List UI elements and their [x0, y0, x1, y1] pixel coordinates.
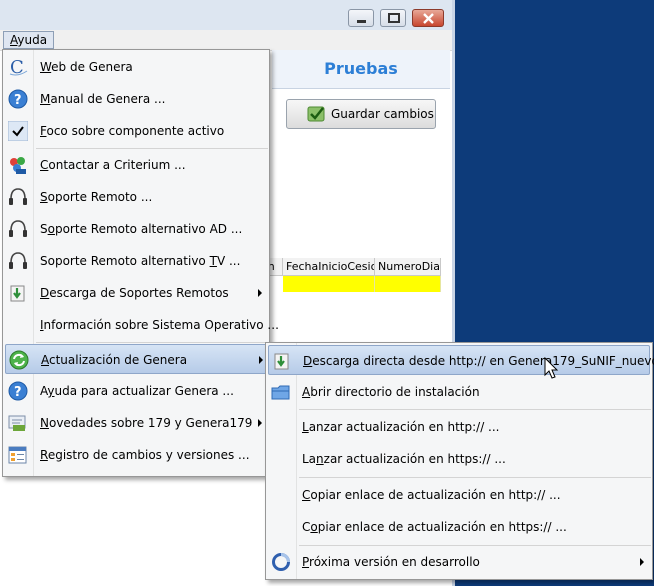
menu-item-label: Lanzar actualización en https:// ...	[302, 452, 506, 466]
submenu-item-copiar-http[interactable]: Copiar enlace de actualización en http:/…	[268, 480, 650, 510]
submenu-arrow-icon	[640, 558, 644, 566]
menu-item-registro-cambios[interactable]: Registro de cambios y versiones ...	[5, 440, 267, 470]
maximize-button[interactable]	[380, 9, 406, 27]
menu-item-label: Próxima versión en desarrollo	[302, 555, 480, 569]
menu-item-label: Información sobre Sistema Operativo ...	[40, 318, 279, 332]
criterium-c-icon: C	[9, 57, 28, 77]
svg-text:?: ?	[14, 93, 22, 108]
submenu-arrow-icon	[259, 356, 263, 364]
page-title: Pruebas	[272, 50, 450, 89]
menu-item-label: Descarga directa desde http:// en Genera…	[303, 354, 654, 368]
menu-item-label: Descarga de Soportes Remotos	[40, 286, 229, 300]
submenu-arrow-icon	[258, 289, 262, 297]
close-button[interactable]	[412, 9, 444, 27]
menu-item-contactar[interactable]: Contactar a Criterium ...	[5, 150, 267, 180]
menu-item-soporte-tv[interactable]: Soporte Remoto alternativo TV ...	[5, 246, 267, 276]
menu-item-label: Lanzar actualización en http:// ...	[302, 420, 500, 434]
menu-separator	[36, 342, 268, 343]
menu-item-manual[interactable]: ? Manual de Genera ...	[5, 84, 267, 114]
menu-item-label: Registro de cambios y versiones ...	[40, 448, 250, 462]
submenu-item-copiar-https[interactable]: Copiar enlace de actualización en https:…	[268, 512, 650, 542]
svg-text:?: ?	[14, 385, 22, 400]
refresh-icon	[9, 350, 29, 370]
menu-item-label: Foco sobre componente activo	[40, 124, 225, 138]
menu-item-label: Ayuda para actualizar Genera ...	[40, 384, 234, 398]
headset-icon	[9, 220, 27, 237]
grid-column-header[interactable]: NumeroDiasD	[375, 258, 441, 276]
menu-item-label: Abrir directorio de instalación	[302, 385, 480, 399]
submenu-item-lanzar-https[interactable]: Lanzar actualización en https:// ...	[268, 444, 650, 474]
headset-icon	[9, 252, 27, 269]
folder-icon	[271, 385, 290, 400]
changelog-icon	[8, 446, 27, 464]
menu-item-label: Manual de Genera ...	[40, 92, 166, 106]
download-icon	[274, 353, 289, 370]
menu-item-label: Contactar a Criterium ...	[40, 158, 186, 172]
save-changes-label: Guardar cambios	[331, 107, 434, 121]
ring-icon	[272, 553, 290, 571]
menu-separator	[299, 545, 651, 546]
help-icon: ?	[8, 89, 28, 109]
save-check-icon	[307, 106, 325, 122]
menu-ayuda-label: yuda	[17, 33, 48, 47]
minimize-icon	[357, 20, 366, 23]
menu-item-label: Soporte Remoto ...	[40, 190, 153, 204]
menu-item-label: Soporte Remoto alternativo AD ...	[40, 222, 243, 236]
contact-icon	[10, 157, 26, 174]
close-icon	[423, 13, 434, 24]
mouse-cursor-icon	[544, 357, 559, 379]
menu-item-foco[interactable]: Foco sobre componente activo	[5, 116, 267, 146]
news-icon	[8, 415, 26, 431]
submenu-item-abrir-directorio[interactable]: Abrir directorio de instalación	[268, 377, 650, 407]
menu-item-label: Web de Genera	[40, 60, 133, 74]
menu-item-soporte-ad[interactable]: Soporte Remoto alternativo AD ...	[5, 214, 267, 244]
headset-icon	[9, 188, 27, 205]
menu-item-descarga-soportes[interactable]: Descarga de Soportes Remotos	[5, 278, 267, 308]
minimize-button[interactable]	[348, 9, 374, 27]
grid-cell[interactable]	[375, 276, 441, 292]
maximize-icon	[388, 13, 400, 23]
check-icon	[8, 121, 28, 141]
menu-item-info-so[interactable]: Información sobre Sistema Operativo ...	[5, 310, 279, 340]
grid-cell[interactable]	[283, 276, 375, 292]
menu-item-label: Copiar enlace de actualización en https:…	[302, 520, 567, 534]
submenu-item-proxima-version[interactable]: Próxima versión en desarrollo	[268, 547, 650, 577]
menu-item-actualizacion[interactable]: Actualización de Genera	[5, 344, 267, 374]
save-changes-button[interactable]: Guardar cambios	[286, 99, 436, 129]
menu-item-label: Novedades sobre 179 y Genera179	[40, 416, 253, 430]
title-bar	[0, 0, 452, 30]
menu-item-label: Actualización de Genera	[41, 353, 188, 367]
menu-item-novedades[interactable]: Novedades sobre 179 y Genera179	[5, 408, 267, 438]
menu-item-soporte-remoto[interactable]: Soporte Remoto ...	[5, 182, 267, 212]
menu-ayuda[interactable]: Ayuda	[3, 31, 55, 49]
help-icon: ?	[8, 381, 28, 401]
submenu-item-descarga-directa[interactable]: Descarga directa desde http:// en Genera…	[268, 345, 654, 375]
submenu-arrow-icon	[258, 419, 262, 427]
menu-item-label: Copiar enlace de actualización en http:/…	[302, 488, 561, 502]
download-icon	[10, 285, 25, 302]
grid-column-header[interactable]: FechaInicioCesion	[283, 258, 375, 276]
submenu-item-lanzar-http[interactable]: Lanzar actualización en http:// ...	[268, 412, 650, 442]
menu-item-web-genera[interactable]: C Web de Genera	[5, 52, 267, 82]
menu-item-ayuda-actualizar[interactable]: ? Ayuda para actualizar Genera ...	[5, 376, 267, 406]
menu-bar: Ayuda	[0, 30, 452, 51]
ayuda-menu: C Web de Genera ? Manual de Genera ... F…	[2, 49, 279, 477]
menu-separator	[36, 148, 268, 149]
menu-separator	[299, 409, 651, 410]
menu-item-label: Soporte Remoto alternativo TV ...	[40, 254, 241, 268]
update-submenu: Descarga directa desde http:// en Genera…	[265, 342, 654, 580]
menu-separator	[299, 477, 651, 478]
